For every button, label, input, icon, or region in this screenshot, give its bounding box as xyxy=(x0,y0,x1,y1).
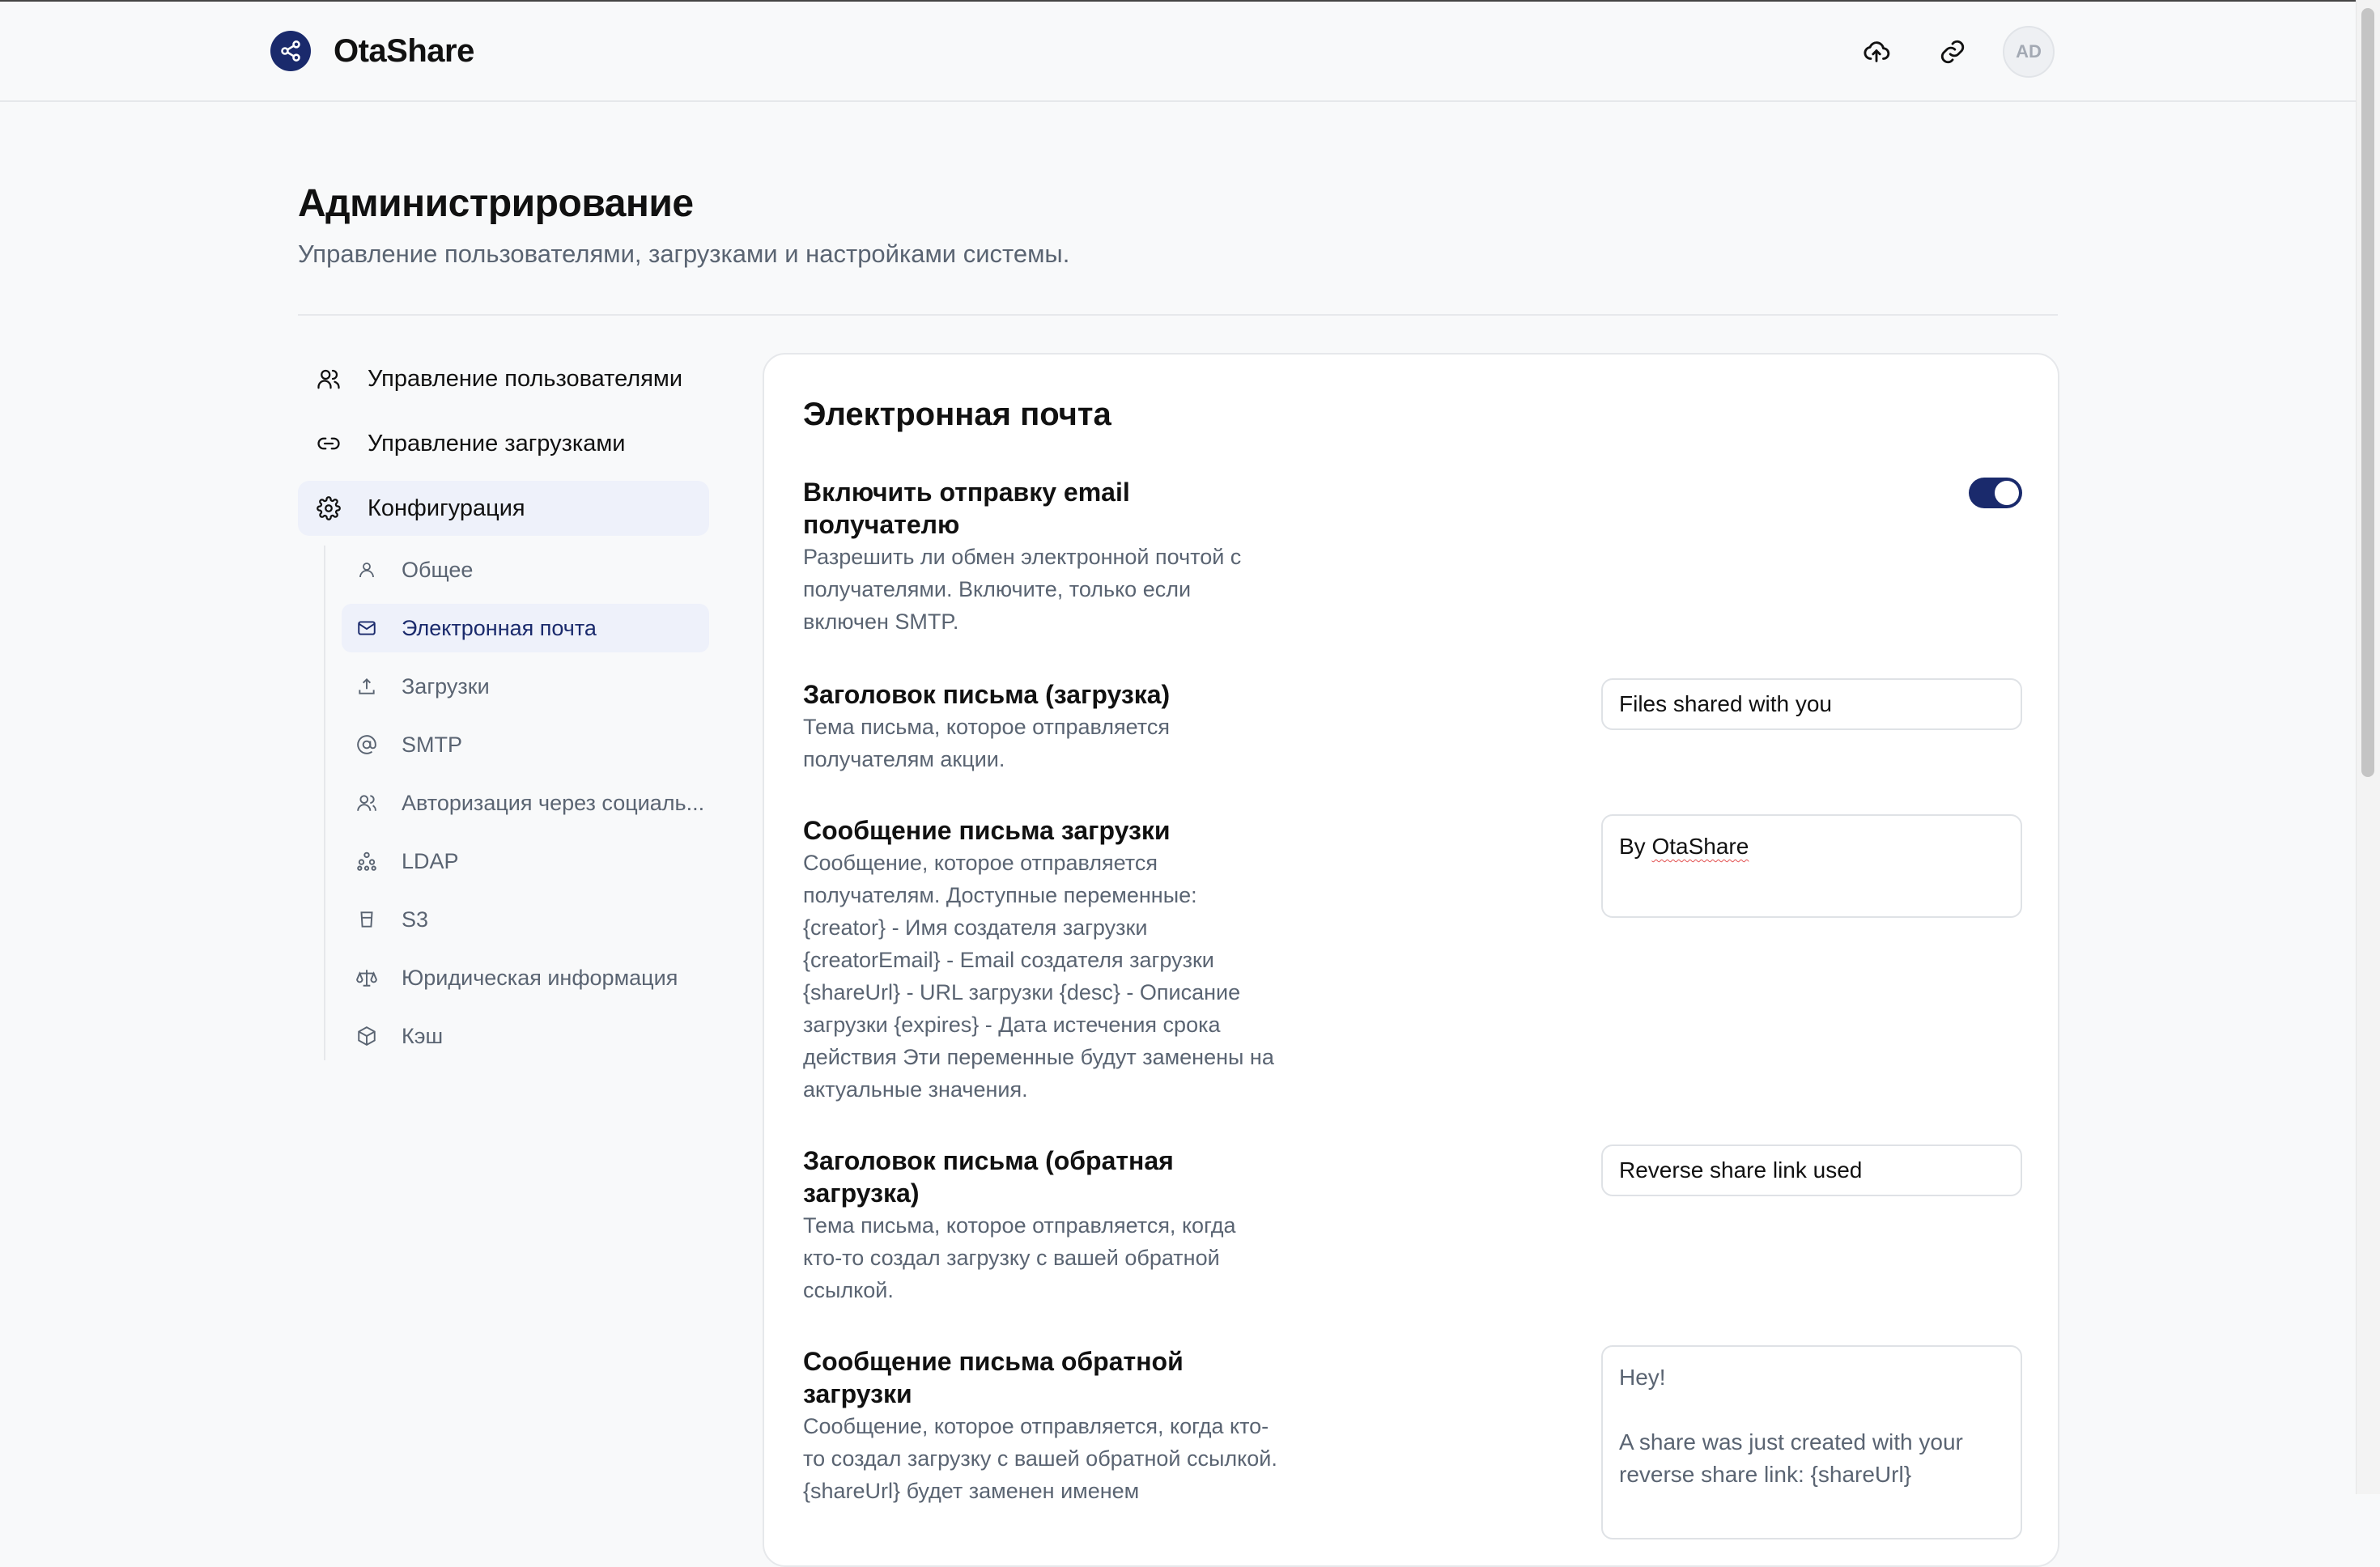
subnav-item-social-login[interactable]: Авторизация через социаль... xyxy=(342,779,709,827)
setting-description: Разрешить ли обмен электронной почтой с … xyxy=(803,545,1242,634)
subnav-item-general[interactable]: Общее xyxy=(342,546,709,594)
link-icon xyxy=(1940,40,1965,64)
sidebar-item-share-management[interactable]: Управление загрузками xyxy=(298,416,709,471)
reverse-share-link-button[interactable] xyxy=(1927,26,1978,78)
spellcheck-flagged-word: OtaShare xyxy=(1651,834,1749,859)
subnav-item-ldap[interactable]: LDAP xyxy=(342,837,709,885)
subnav-item-label: Загрузки xyxy=(402,673,490,699)
configuration-subnav: Общее Электронная почта Загрузки SMTP Ав… xyxy=(324,546,709,1060)
header-divider xyxy=(298,314,2058,316)
subnav-item-legal[interactable]: Юридическая информация xyxy=(342,953,709,1002)
mail-icon xyxy=(355,616,379,640)
setting-description: Тема письма, которое отправляется получа… xyxy=(803,715,1170,771)
sidebar-item-label: Конфигурация xyxy=(368,495,525,521)
subnav-item-label: S3 xyxy=(402,907,429,932)
enable-email-toggle[interactable] xyxy=(1969,478,2022,508)
setting-title: Заголовок письма (загрузка) xyxy=(803,680,1171,709)
sidebar-item-user-management[interactable]: Управление пользователями xyxy=(298,351,709,406)
setting-description: Сообщение, которое отправляется, когда к… xyxy=(803,1414,1277,1503)
subnav-item-label: SMTP xyxy=(402,732,463,757)
at-icon xyxy=(355,733,379,757)
brand[interactable]: OtaShare xyxy=(270,31,474,71)
subnav-item-label: LDAP xyxy=(402,848,459,873)
cloud-upload-icon xyxy=(1864,41,1890,62)
reverse-share-subject-input[interactable]: Reverse share link used xyxy=(1601,1144,2022,1196)
subnav-item-s3[interactable]: S3 xyxy=(342,895,709,944)
page-subtitle: Управление пользователями, загрузками и … xyxy=(298,240,1070,268)
subnav-item-label: Юридическая информация xyxy=(402,965,678,990)
setting-share-email-message: Сообщение письма загрузки Сообщение, кот… xyxy=(803,814,2022,1106)
share-subject-input[interactable]: Files shared with you xyxy=(1601,678,2022,730)
admin-sidebar: Управление пользователями Управление заг… xyxy=(298,351,709,1070)
email-settings-card: Электронная почта Включить отправку emai… xyxy=(763,353,2059,1567)
subnav-item-email[interactable]: Электронная почта xyxy=(342,604,709,652)
setting-description: Сообщение, которое отправляется получате… xyxy=(803,851,1274,1102)
users-icon xyxy=(355,791,379,815)
setting-description: Тема письма, которое отправляется, когда… xyxy=(803,1213,1236,1302)
app-name: OtaShare xyxy=(334,32,474,69)
setting-title: Заголовок письма (обратная загрузка) xyxy=(803,1146,1174,1208)
upload-icon xyxy=(355,674,379,699)
reverse-share-message-textarea[interactable]: Hey! A share was just created with your … xyxy=(1601,1345,2022,1539)
subnav-item-label: Общее xyxy=(402,557,474,582)
network-icon xyxy=(355,849,379,873)
bucket-icon xyxy=(355,907,379,932)
subnav-item-cache[interactable]: Кэш xyxy=(342,1012,709,1060)
top-bar: OtaShare AD xyxy=(0,0,2356,102)
subnav-item-label: Кэш xyxy=(402,1023,444,1048)
setting-reverse-share-email-subject: Заголовок письма (обратная загрузка) Тем… xyxy=(803,1144,2022,1306)
share-message-textarea[interactable]: By OtaShare xyxy=(1601,814,2022,918)
page-scrollbar[interactable] xyxy=(2356,0,2380,1494)
sidebar-item-label: Управление загрузками xyxy=(368,430,626,457)
avatar[interactable]: AD xyxy=(2003,26,2055,78)
page-title: Администрирование xyxy=(298,182,694,225)
setting-enable-recipient-email: Включить отправку email получателю Разре… xyxy=(803,476,2022,638)
link-icon xyxy=(314,429,343,458)
setting-title: Сообщение письма загрузки xyxy=(803,816,1171,845)
setting-share-email-subject: Заголовок письма (загрузка) Тема письма,… xyxy=(803,678,2022,775)
share-logo-icon xyxy=(270,31,311,71)
setting-title: Сообщение письма обратной загрузки xyxy=(803,1347,1184,1408)
setting-title: Включить отправку email получателю xyxy=(803,478,1130,539)
subnav-item-label: Авторизация через социаль... xyxy=(402,790,705,815)
sidebar-item-configuration[interactable]: Конфигурация xyxy=(298,481,709,536)
users-icon xyxy=(314,364,343,393)
textarea-text-prefix: By xyxy=(1619,834,1652,859)
setting-reverse-share-email-message: Сообщение письма обратной загрузки Сообщ… xyxy=(803,1345,2022,1539)
scrollbar-thumb[interactable] xyxy=(2361,8,2374,777)
subnav-item-smtp[interactable]: SMTP xyxy=(342,720,709,769)
subnav-item-label: Электронная почта xyxy=(402,615,597,640)
user-icon xyxy=(355,558,379,582)
subnav-item-shares[interactable]: Загрузки xyxy=(342,662,709,711)
scale-icon xyxy=(355,966,379,990)
sidebar-item-label: Управление пользователями xyxy=(368,365,683,392)
upload-cloud-button[interactable] xyxy=(1851,26,1902,78)
toggle-knob xyxy=(1995,481,2019,505)
box-icon xyxy=(355,1024,379,1048)
gear-icon xyxy=(314,494,343,523)
card-title: Электронная почта xyxy=(803,397,1111,432)
